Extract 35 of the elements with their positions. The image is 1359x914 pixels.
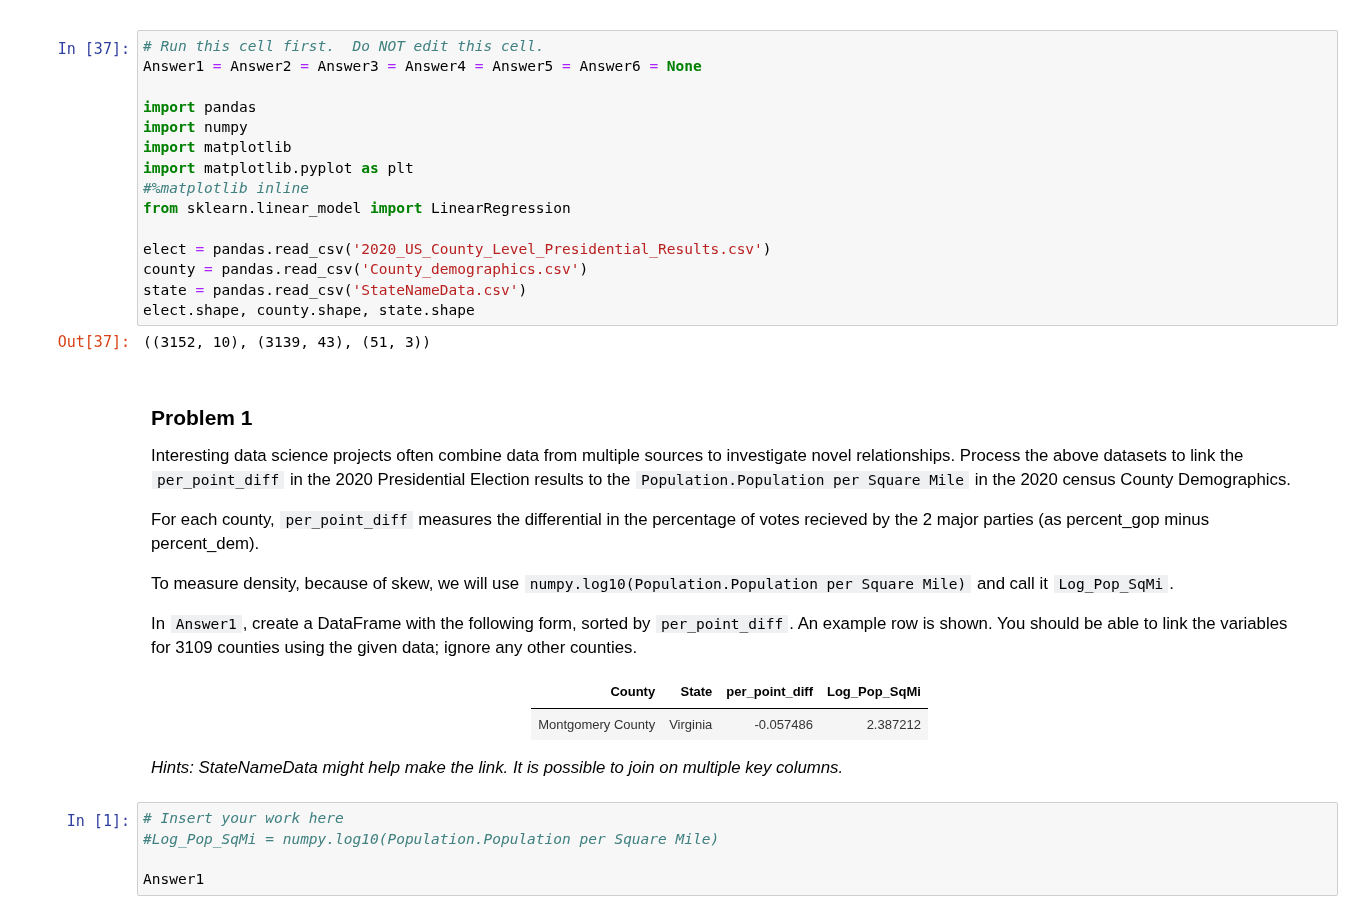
output-prompt: Out[37]: <box>56 332 131 353</box>
paragraph: To measure density, because of skew, we will use numpy.log10(Population.Population per Square Mile) and call it Log_Pop_SqMi . <box>151 573 1175 596</box>
code-cell[interactable]: # Insert your work here #Log_Pop_SqMi = numpy.log10(Population.Population per Square Mile) Answer1 <box>137 802 1338 896</box>
code-line: # Run this cell first. Do NOT edit this cell. <box>143 37 545 56</box>
table-cell: -0.057486 <box>719 708 820 741</box>
input-prompt: In [1]: <box>65 811 131 833</box>
column-header: Log_Pop_SqMi <box>820 676 928 709</box>
code-line: import numpy <box>143 118 248 138</box>
table-cell: 2.387212 <box>820 708 928 741</box>
code-line: #%matplotlib inline <box>143 179 309 199</box>
code-line: import pandas <box>143 97 257 117</box>
code-line: elect = pandas.read_csv('2020_US_County_Level_Presidential_Results.csv') <box>143 239 772 260</box>
hint-text: Hints: StateNameData might help make the link. It is possible to join on multiple key columns. <box>151 757 845 780</box>
code-line: import matplotlib.pyplot as plt <box>143 158 414 178</box>
code-line: state = pandas.read_csv('StateNameData.csv') <box>143 280 528 300</box>
code-line: elect.shape, county.shape, state.shape <box>143 300 475 320</box>
input-prompt: In [37]: <box>56 39 131 60</box>
code-line: Answer1 = Answer2 = Answer3 = Answer4 = Answer5 = Answer6 = None <box>143 57 702 77</box>
column-header: per_point_diff <box>719 676 820 709</box>
code-line: import matplotlib <box>143 138 292 158</box>
paragraph: In Answer1 , create a DataFrame with the following form, sorted by per_point_diff . An example row is shown. You should be able to link the variables for 3109 counties using the given data; ignore any other counties. <box>151 613 1289 660</box>
column-header: State <box>662 676 720 709</box>
code-line: #Log_Pop_SqMi = numpy.log10(Population.Population per Square Mile) <box>143 829 720 850</box>
table-cell: Virginia <box>662 708 720 741</box>
paragraph: Interesting data science projects often combine data from multiple sources to investigate novel relationships. Process the above datasets to link the per_point_diff in the 2020 Presidential Election results to the Population.Population per Square Mile in the 2020 census County Demographics. <box>151 445 1292 492</box>
code-line: # Insert your work here <box>143 809 344 829</box>
code-line: from sklearn.linear_model import LinearRegression <box>143 199 571 219</box>
table-cell: Montgomery County <box>531 708 663 741</box>
paragraph: For each county, per_point_diff measures the differential in the percentage of votes recieved by the 2 major parties (as percent_gop minus percent_dem). <box>151 509 1211 556</box>
code-line: Answer1 <box>143 870 205 890</box>
column-header: County <box>531 676 663 709</box>
code-cell[interactable] <box>137 30 1338 327</box>
section-heading: Problem 1 <box>151 405 254 432</box>
output-text: ((3152, 10), (3139, 43), (51, 3)) <box>142 333 433 353</box>
code-line: county = pandas.read_csv('County_demographics.csv') <box>143 260 589 280</box>
